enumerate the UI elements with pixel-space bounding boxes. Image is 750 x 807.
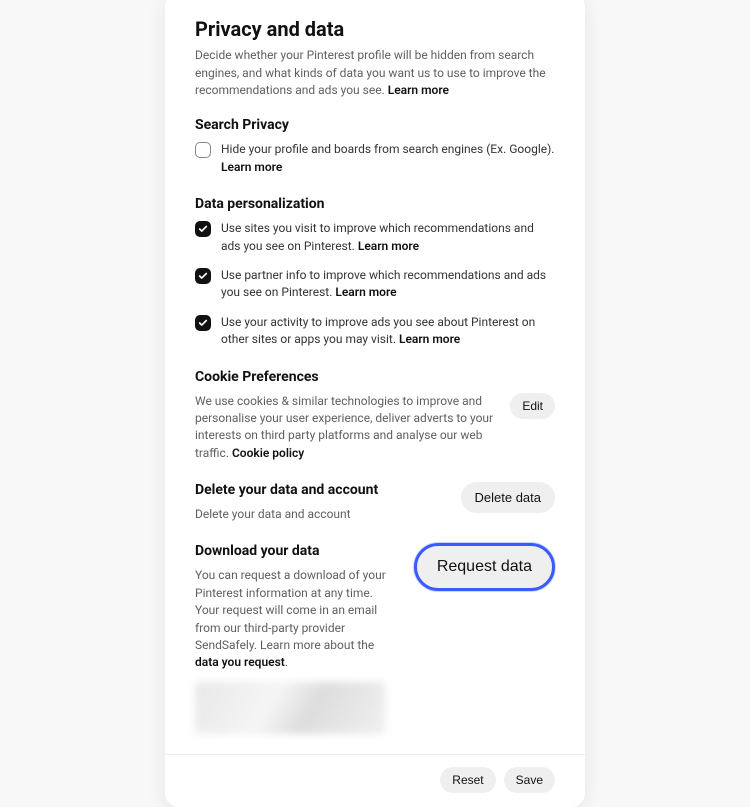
cookie-preferences-desc: We use cookies & similar technologies to… xyxy=(195,393,496,463)
use-partner-info-checkbox[interactable] xyxy=(195,268,211,284)
search-privacy-heading: Search Privacy xyxy=(195,117,555,133)
cookie-preferences-section: Cookie Preferences We use cookies & simi… xyxy=(195,369,555,463)
use-sites-checkbox[interactable] xyxy=(195,221,211,237)
hide-profile-checkbox[interactable] xyxy=(195,142,211,158)
delete-data-section: Delete your data and account Delete your… xyxy=(195,482,555,523)
data-personalization-section: Data personalization Use sites you visit… xyxy=(195,196,555,348)
download-data-section: Download your data You can request a dow… xyxy=(195,543,555,733)
page-title: Privacy and data xyxy=(195,17,555,41)
check-icon xyxy=(198,224,208,234)
use-partner-info-label: Use partner info to improve which recomm… xyxy=(221,267,555,302)
settings-panel: Privacy and data Decide whether your Pin… xyxy=(165,0,585,807)
cookie-preferences-heading: Cookie Preferences xyxy=(195,369,555,385)
download-data-heading: Download your data xyxy=(195,543,400,559)
use-activity-label: Use your activity to improve ads you see… xyxy=(221,314,555,349)
use-activity-checkbox[interactable] xyxy=(195,315,211,331)
footer-actions: Reset Save xyxy=(165,754,585,793)
save-button[interactable]: Save xyxy=(504,767,555,793)
learn-more-link[interactable]: Learn more xyxy=(335,285,396,299)
request-data-button[interactable]: Request data xyxy=(414,543,555,591)
learn-more-link[interactable]: Learn more xyxy=(358,239,419,253)
data-you-request-link[interactable]: data you request xyxy=(195,655,285,669)
page-subtitle: Decide whether your Pinterest profile wi… xyxy=(195,47,555,99)
personalization-row: Use partner info to improve which recomm… xyxy=(195,267,555,302)
use-sites-label: Use sites you visit to improve which rec… xyxy=(221,220,555,255)
cookie-policy-link[interactable]: Cookie policy xyxy=(232,446,304,460)
learn-more-link[interactable]: Learn more xyxy=(388,83,449,97)
delete-data-desc: Delete your data and account xyxy=(195,506,378,523)
search-privacy-section: Search Privacy Hide your profile and boa… xyxy=(195,117,555,176)
delete-data-button[interactable]: Delete data xyxy=(461,482,556,513)
delete-data-heading: Delete your data and account xyxy=(195,482,378,498)
personalization-row: Use your activity to improve ads you see… xyxy=(195,314,555,349)
search-privacy-row: Hide your profile and boards from search… xyxy=(195,141,555,176)
hide-profile-label: Hide your profile and boards from search… xyxy=(221,141,555,176)
personalization-row: Use sites you visit to improve which rec… xyxy=(195,220,555,255)
reset-button[interactable]: Reset xyxy=(440,767,495,793)
edit-cookies-button[interactable]: Edit xyxy=(510,393,555,419)
redacted-content xyxy=(195,682,385,734)
data-personalization-heading: Data personalization xyxy=(195,196,555,212)
download-data-desc: You can request a download of your Pinte… xyxy=(195,567,400,671)
check-icon xyxy=(198,271,208,281)
learn-more-link[interactable]: Learn more xyxy=(221,160,282,174)
check-icon xyxy=(198,318,208,328)
learn-more-link[interactable]: Learn more xyxy=(399,332,460,346)
